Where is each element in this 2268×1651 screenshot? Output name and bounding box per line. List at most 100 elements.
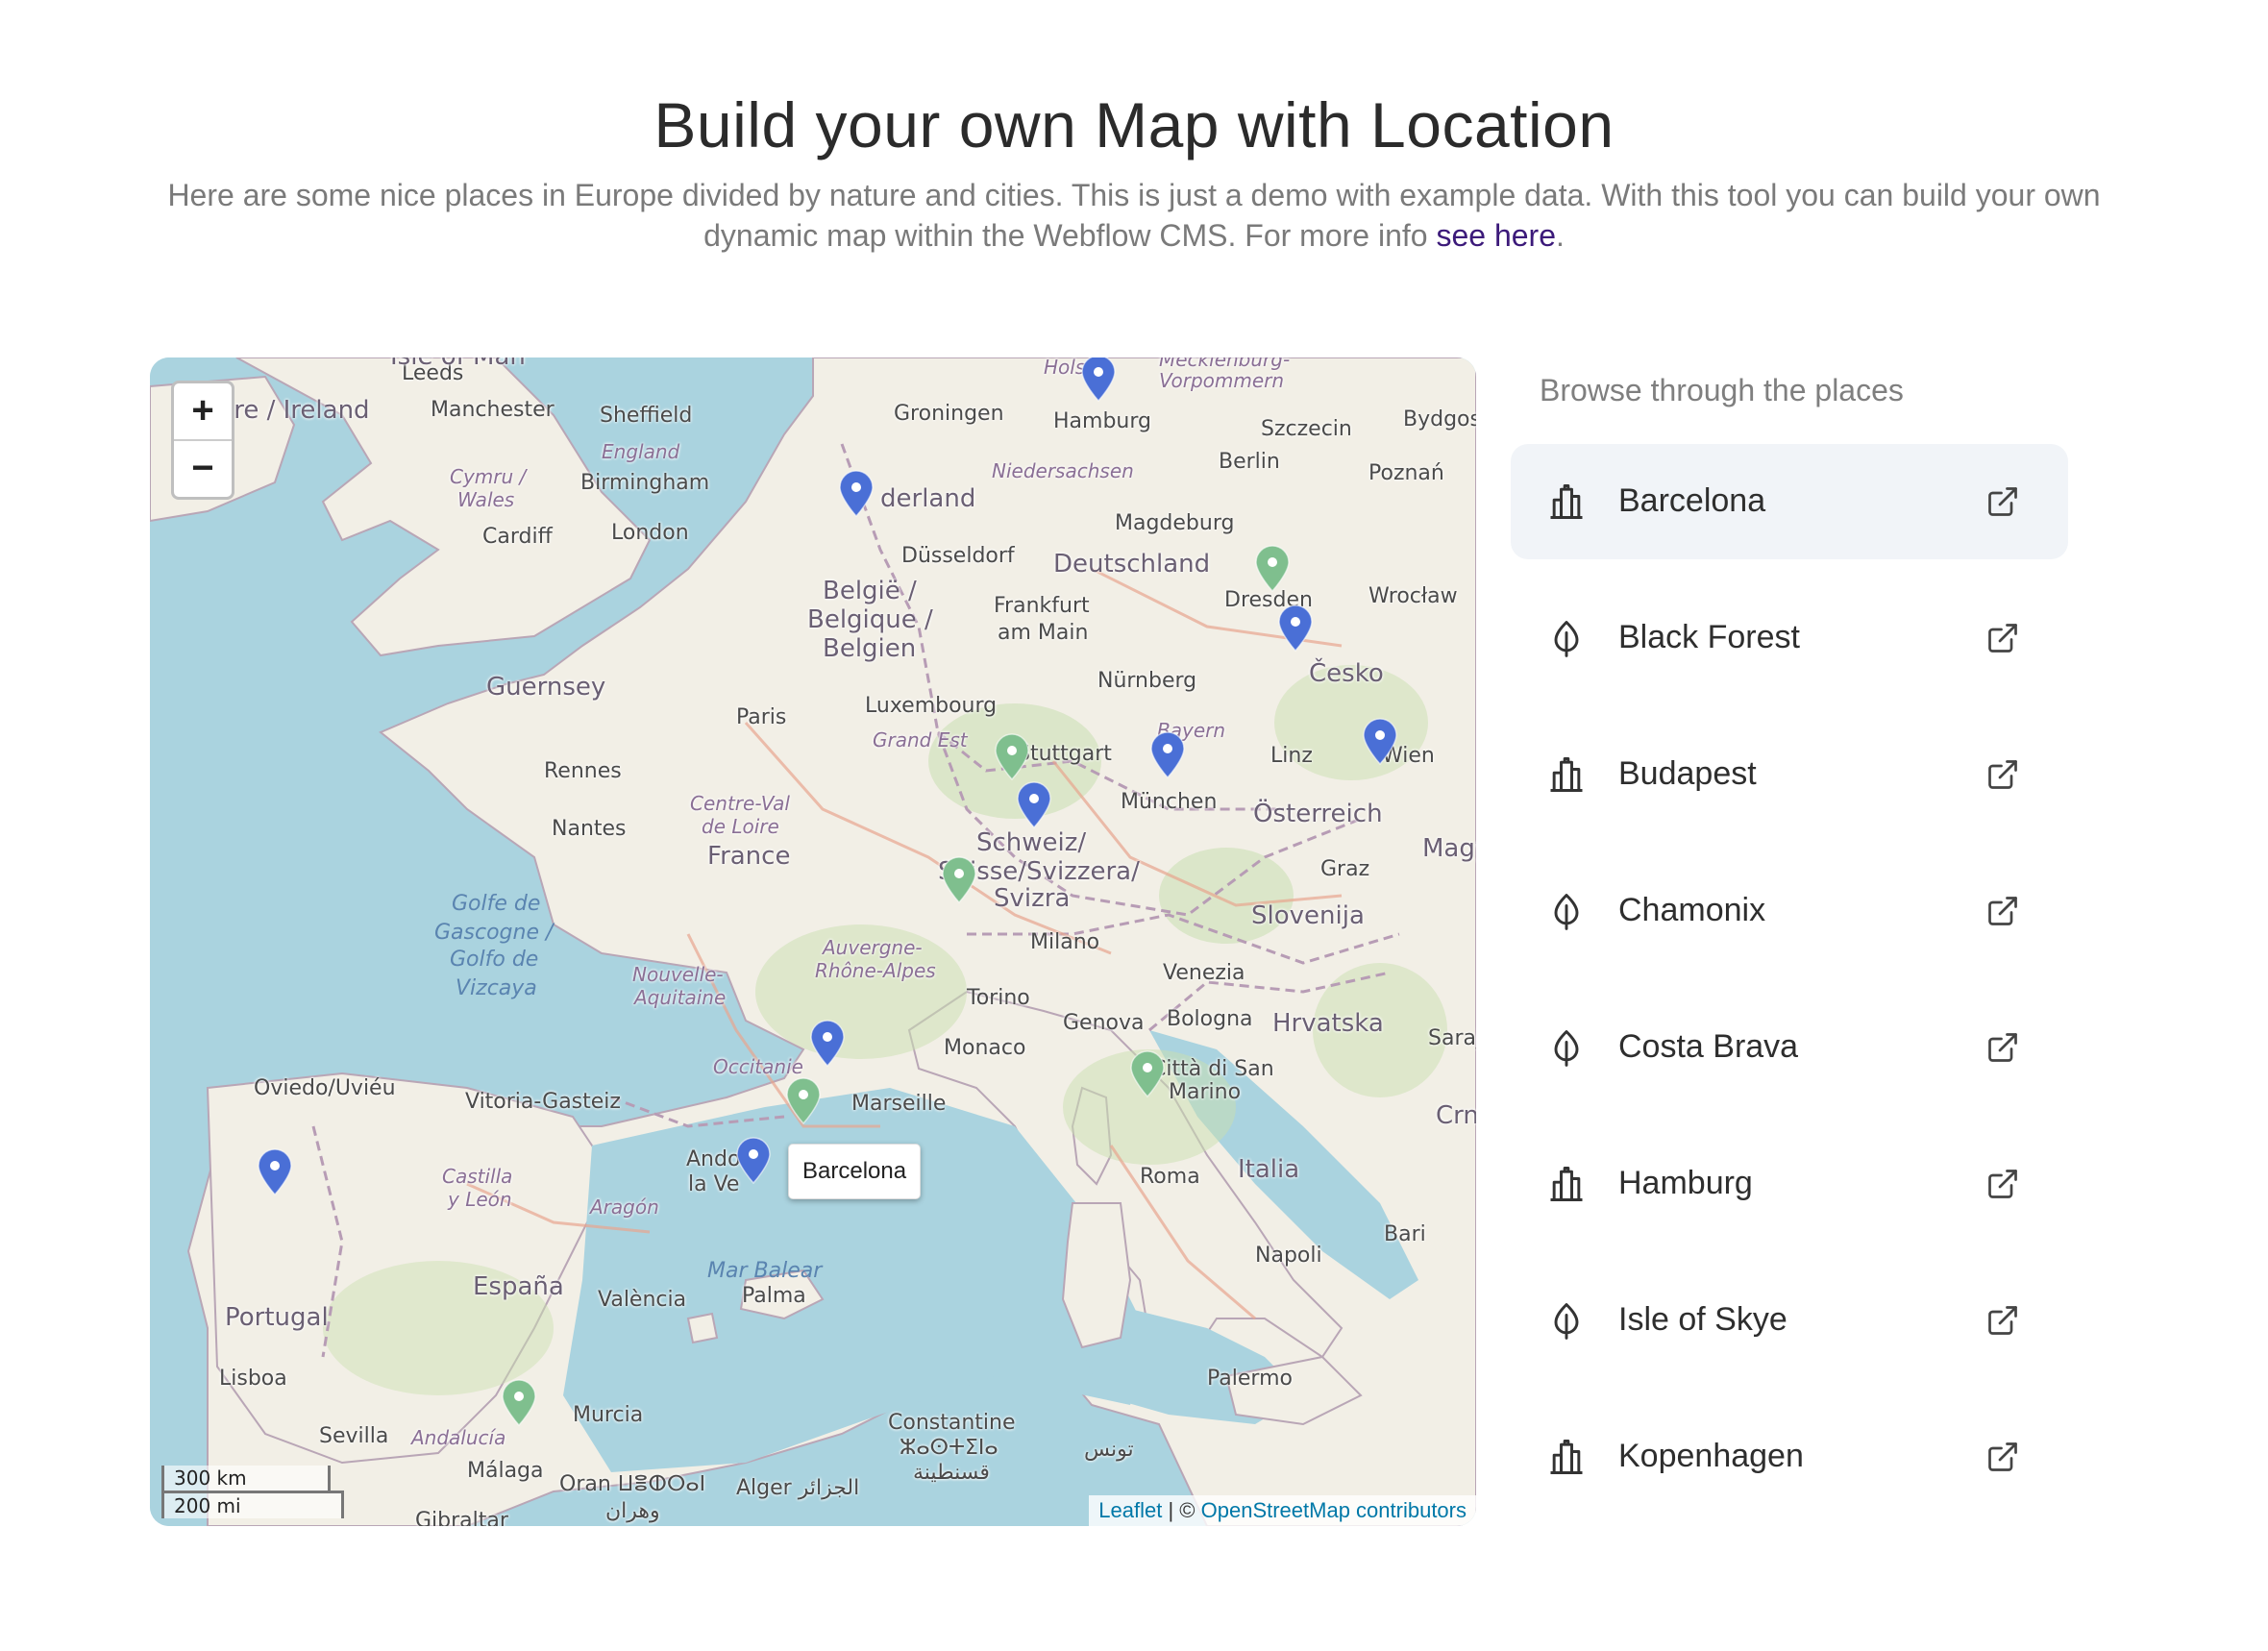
map-label: Murcia — [573, 1403, 644, 1427]
map-label: Gascogne / — [434, 921, 554, 945]
map-label: Genova — [1063, 1011, 1145, 1035]
map-label: Aragón — [590, 1195, 659, 1219]
map-label: Marseille — [851, 1092, 947, 1116]
map-label: Guernsey — [486, 673, 606, 702]
external-link-icon[interactable] — [1985, 621, 2020, 655]
place-item-black-forest[interactable]: Black Forest — [1511, 580, 2068, 696]
place-item-isle-of-skye[interactable]: Isle of Skye — [1511, 1263, 2068, 1378]
leaflet-link[interactable]: Leaflet — [1098, 1498, 1162, 1522]
map-label: Occitanie — [713, 1055, 803, 1078]
nature-marker-sierra-nevada[interactable] — [499, 1378, 539, 1427]
nature-marker-tuscany[interactable] — [1127, 1049, 1168, 1098]
map-label: Aquitaine — [634, 986, 727, 1009]
nature-marker-saxon-switzerland[interactable] — [1252, 544, 1293, 593]
city-marker-amsterdam[interactable] — [836, 469, 876, 518]
leaf-icon — [1545, 617, 1588, 659]
city-marker-prague[interactable] — [1275, 604, 1316, 653]
place-item-chamonix[interactable]: Chamonix — [1511, 853, 2068, 969]
map-label: Niedersachsen — [992, 459, 1134, 482]
place-name: Hamburg — [1618, 1165, 1753, 1201]
city-icon — [1545, 753, 1588, 796]
place-item-kopenhagen[interactable]: Kopenhagen — [1511, 1399, 2068, 1515]
map-label: Rhône-Alpes — [815, 959, 936, 982]
map-label: Golfo de — [450, 948, 539, 972]
external-link-icon[interactable] — [1985, 894, 2020, 928]
map-label: Linz — [1270, 744, 1313, 768]
map-label: Hamburg — [1053, 409, 1151, 433]
nature-marker-costa-brava[interactable] — [783, 1076, 824, 1125]
scale-km: 300 km — [161, 1466, 331, 1493]
place-name: Barcelona — [1618, 482, 1766, 519]
map-label: Poznań — [1368, 461, 1444, 485]
map-label: Belgien — [823, 634, 917, 663]
sidebar-heading: Browse through the places — [1540, 373, 1904, 407]
map-label: Wales — [457, 488, 515, 511]
osm-link[interactable]: OpenStreetMap contributors — [1201, 1498, 1467, 1522]
nature-marker-black-forest[interactable] — [992, 732, 1032, 781]
external-link-icon[interactable] — [1985, 1303, 2020, 1338]
city-marker-porto[interactable] — [255, 1147, 295, 1196]
map-label: la Ve — [688, 1172, 740, 1196]
map-label: Sheffield — [600, 404, 693, 428]
map-label: Italia — [1238, 1155, 1300, 1184]
city-icon — [1545, 481, 1588, 523]
external-link-icon[interactable] — [1985, 1030, 2020, 1065]
city-marker-vienna[interactable] — [1360, 717, 1400, 766]
map-label: Palermo — [1207, 1367, 1293, 1391]
place-item-barcelona[interactable]: Barcelona — [1511, 444, 2068, 559]
place-item-budapest[interactable]: Budapest — [1511, 717, 2068, 832]
map-label: Magy — [1422, 834, 1476, 863]
leaf-icon — [1545, 1026, 1588, 1069]
map-label: de Loire — [702, 815, 779, 838]
map-label: Birmingham — [580, 471, 710, 495]
subtitle-end: . — [1555, 218, 1565, 253]
map-label: وهران — [605, 1499, 660, 1523]
leaf-icon — [1545, 1299, 1588, 1342]
map-label: Città di San — [1151, 1057, 1274, 1081]
place-list: Barcelona Black Forest Budapest Chamonix Cos… — [1511, 444, 2068, 1536]
map-label: Slovenija — [1251, 901, 1365, 930]
map-label: ire / Ireland — [227, 396, 370, 425]
place-name: Costa Brava — [1618, 1028, 1799, 1065]
city-marker-barcelona[interactable] — [733, 1136, 774, 1185]
map-label: València — [598, 1288, 687, 1312]
map-label: Golfe de — [452, 892, 541, 916]
external-link-icon[interactable] — [1985, 484, 2020, 519]
see-here-link[interactable]: see here — [1436, 218, 1556, 253]
map-label: England — [602, 440, 680, 463]
place-name: Kopenhagen — [1618, 1438, 1804, 1474]
scale-mi: 200 mi — [161, 1491, 344, 1518]
zoom-control: + − — [171, 381, 234, 500]
external-link-icon[interactable] — [1985, 1440, 2020, 1474]
place-item-hamburg[interactable]: Hamburg — [1511, 1126, 2068, 1242]
zoom-in-button[interactable]: + — [174, 383, 232, 439]
external-link-icon[interactable] — [1985, 1167, 2020, 1201]
map-label: Nürnberg — [1097, 669, 1197, 693]
page-subtitle: Here are some nice places in Europe divi… — [144, 175, 2124, 256]
map-label: Bari — [1384, 1222, 1426, 1246]
city-marker-toulouse[interactable] — [807, 1019, 848, 1068]
city-marker-munich[interactable] — [1147, 730, 1188, 779]
external-link-icon[interactable] — [1985, 757, 2020, 792]
map-label: Berlin — [1219, 450, 1280, 474]
map-label: Vizcaya — [456, 976, 537, 1000]
zoom-out-button[interactable]: − — [174, 439, 232, 497]
map-label: Castilla — [442, 1165, 513, 1188]
city-icon — [1545, 1163, 1588, 1205]
map-label: Deutschland — [1053, 550, 1211, 579]
place-item-costa-brava[interactable]: Costa Brava — [1511, 990, 2068, 1105]
map-label: España — [473, 1272, 564, 1301]
map-label: Belgique / — [807, 605, 933, 634]
map-label: am Main — [998, 621, 1089, 645]
map-label: Vorpommern — [1159, 369, 1285, 392]
city-marker-zurich[interactable] — [1014, 780, 1054, 829]
map-label: Hrvatska — [1272, 1009, 1384, 1038]
map-label: Vitoria-Gasteiz — [465, 1090, 621, 1114]
city-marker-hamburg[interactable] — [1078, 357, 1119, 403]
map-label: Marino — [1169, 1080, 1242, 1104]
nature-marker-chamonix[interactable] — [939, 855, 979, 904]
map-label: Centre-Val — [690, 792, 790, 815]
map-label: Bologna — [1167, 1007, 1253, 1031]
map-container[interactable]: Leeds Isle of Man ire / Ireland Manchest… — [150, 357, 1476, 1526]
map-label: Sevilla — [319, 1424, 389, 1448]
